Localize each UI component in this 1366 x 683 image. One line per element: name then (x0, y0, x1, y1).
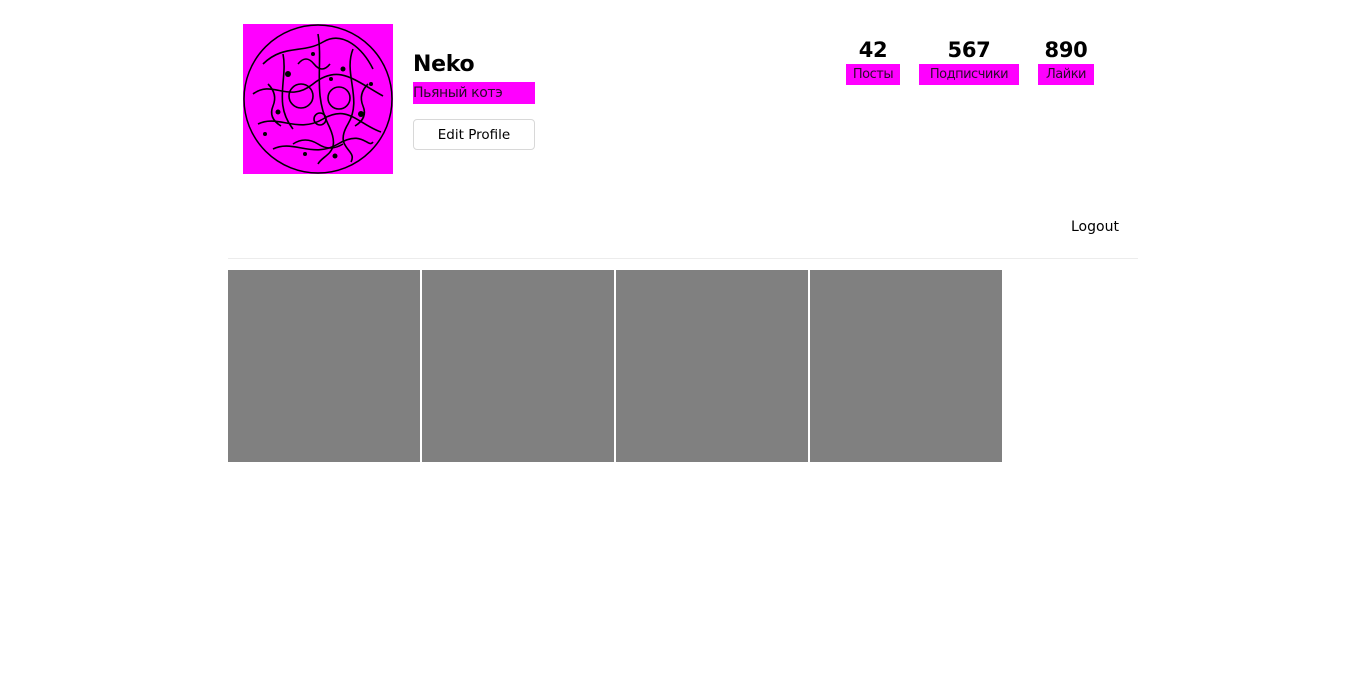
post-thumbnail[interactable] (810, 270, 1002, 462)
avatar-image (243, 24, 393, 174)
divider (228, 258, 1138, 259)
stat-followers-count: 567 (947, 38, 991, 62)
stat-posts[interactable]: 42 Посты (846, 36, 900, 85)
stat-likes-count: 890 (1044, 38, 1088, 62)
edit-profile-button[interactable]: Edit Profile (413, 119, 535, 150)
post-thumbnail[interactable] (616, 270, 808, 462)
avatar[interactable] (243, 24, 393, 174)
stat-posts-count: 42 (858, 38, 888, 62)
post-thumbnail[interactable] (228, 270, 420, 462)
profile-name: Neko (413, 52, 475, 77)
stat-followers-label: Подписчики (919, 64, 1019, 85)
post-thumbnail[interactable] (422, 270, 614, 462)
logout-button[interactable]: Logout (1071, 218, 1119, 236)
stat-likes[interactable]: 890 Лайки (1038, 36, 1094, 85)
stat-posts-label: Посты (846, 64, 900, 85)
stat-likes-label: Лайки (1038, 64, 1094, 85)
stat-followers[interactable]: 567 Подписчики (919, 36, 1019, 85)
profile-bio: Пьяный котэ (413, 82, 535, 104)
posts-grid (228, 270, 1002, 462)
profile-page: Neko Пьяный котэ Edit Profile 42 Посты 5… (0, 0, 1366, 683)
